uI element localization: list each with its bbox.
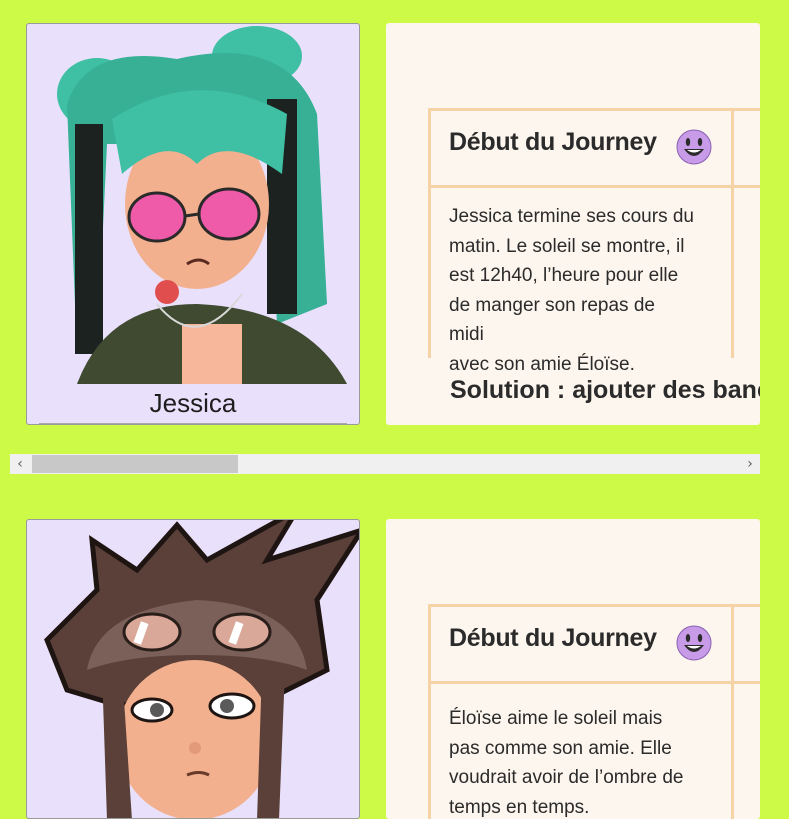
journey-title: Début du Journey	[449, 624, 657, 653]
solution-heading: Solution : ajouter des banc	[450, 376, 760, 405]
journey-text-line: avec son amie Éloïse.	[449, 350, 695, 380]
table-divider	[731, 111, 734, 358]
journey-text-line: temps en temps.	[449, 793, 695, 819]
scroll-right-arrow-icon[interactable]: ›	[740, 454, 760, 474]
journey-header: Début du Journey	[431, 607, 760, 684]
caption-underline	[39, 423, 347, 424]
avatar-card-2	[26, 519, 360, 819]
avatar-card-jessica: Jessica	[26, 23, 360, 425]
journey-panel-2: Début du Journey Éloïse aime le soleil m…	[386, 519, 760, 819]
journey-text-line: Jessica termine ses cours du	[449, 202, 695, 232]
horizontal-scrollbar[interactable]: ‹ ›	[10, 454, 760, 474]
scrollbar-thumb[interactable]	[32, 455, 238, 473]
journey-text: Jessica termine ses cours du matin. Le s…	[431, 188, 713, 379]
journey-text-line: Éloïse aime le soleil mais	[449, 704, 695, 734]
journey-text: Éloïse aime le soleil mais pas comme son…	[431, 684, 713, 819]
avatar-name-jessica: Jessica	[27, 388, 359, 419]
journey-text-line: pas comme son amie. Elle	[449, 734, 695, 764]
avatar-jessica-image	[27, 24, 360, 425]
journey-text-line: matin. Le soleil se montre, il	[449, 232, 695, 262]
avatar-eloise-image	[27, 520, 360, 819]
journey-header: Début du Journey	[431, 111, 760, 188]
journey-text-line: est 12h40, l’heure pour elle	[449, 261, 695, 291]
journey-title: Début du Journey	[449, 128, 657, 157]
journey-text-line: voudrait avoir de l’ombre de	[449, 763, 695, 793]
table-divider	[731, 607, 734, 819]
smiley-emoji-icon	[676, 129, 712, 165]
journey-table: Début du Journey Jessica termine ses cou…	[428, 108, 760, 358]
journey-table: Début du Journey Éloïse aime le soleil m…	[428, 604, 760, 819]
scroll-left-arrow-icon[interactable]: ‹	[10, 454, 30, 474]
smiley-emoji-icon	[676, 625, 712, 661]
journey-panel-1: Début du Journey Jessica termine ses cou…	[386, 23, 760, 425]
journey-text-line: de manger son repas de midi	[449, 291, 695, 350]
